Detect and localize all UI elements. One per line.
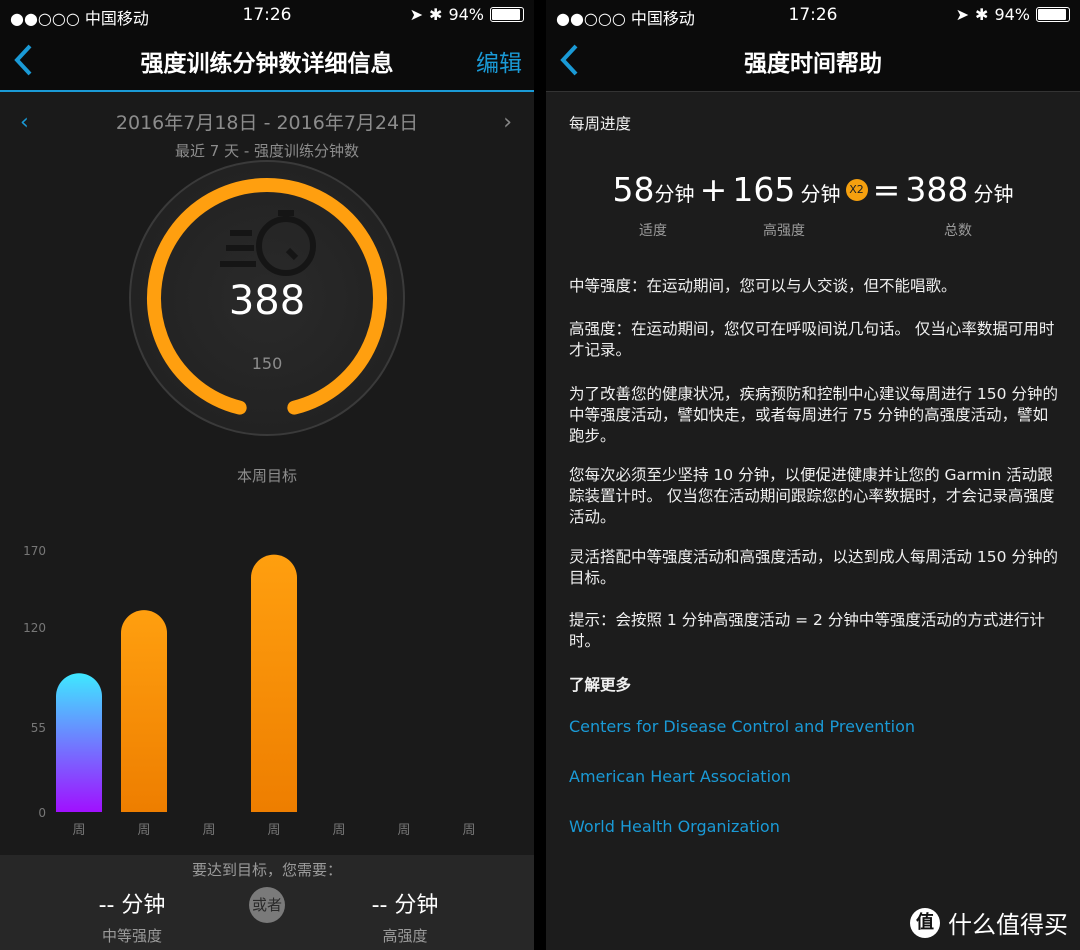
progress-ring: 388 150 (129, 160, 405, 436)
need-text: 要达到目标，您需要： (191, 861, 342, 879)
unit: 分钟 (654, 182, 695, 206)
goal-requirements: 要达到目标，您需要： -- 分钟 中等强度 或者 -- 分钟 高强度 (0, 855, 534, 950)
battery-percent: 94% (994, 5, 1030, 24)
x-tick-label: 周 (137, 823, 150, 838)
goal-value: 150 (252, 354, 283, 373)
equals: = (872, 170, 901, 209)
y-tick-label: 120 (23, 621, 46, 635)
or-badge: 或者 (249, 887, 285, 923)
y-tick-label: 0 (38, 806, 46, 820)
paragraph: 提示：会按照 1 分钟高强度活动 = 2 分钟中等强度活动的方式进行计时。 (569, 611, 1045, 650)
intensity-minutes-detail-screen: ●●○○○ 中国移动 17:26 ➤ ✱ 94% 强度训练分钟数详细信息 编辑 ‹ … (0, 0, 534, 950)
bar[interactable] (121, 610, 167, 812)
link-aha[interactable]: American Heart Association (569, 766, 1060, 787)
watermark-logo-icon: 值 (910, 907, 940, 938)
y-tick-label: 170 (23, 544, 46, 558)
plus: + (699, 170, 728, 209)
moderate-value: -- 分钟 (98, 893, 166, 918)
vigorous-label: 高强度 (763, 223, 805, 239)
goal-label: 本周目标 (236, 467, 297, 485)
bar[interactable] (56, 673, 102, 812)
x-tick-label: 周 (72, 823, 85, 838)
y-tick-label: 55 (31, 721, 46, 735)
nav-bar: 强度时间帮助 (546, 30, 1080, 92)
status-bar: ●●○○○ 中国移动 17:26 ➤ ✱ 94% (546, 0, 1080, 30)
moderate-label: 中等强度 (101, 927, 162, 945)
x-tick-label: 周 (267, 823, 280, 838)
total-minutes: 388 (229, 278, 305, 324)
vigorous-label: 高强度 (382, 927, 428, 945)
bar[interactable] (251, 554, 297, 812)
total-minutes: 388 (905, 170, 969, 209)
link-who[interactable]: World Health Organization (569, 816, 1060, 837)
paragraph: 高强度：在运动期间，您仅可在呼吸间说几句话。 仅当心率数据可用时才记录。 (569, 320, 1055, 359)
vigorous-minutes: 165 (732, 170, 796, 209)
paragraph: 为了改善您的健康状况，疾病预防和控制中心建议每周进行 150 分钟的中等强度活动… (569, 385, 1058, 445)
x-tick-label: 周 (332, 823, 345, 838)
bluetooth-icon: ✱ (975, 5, 989, 24)
watermark: 值什么值得买 (910, 905, 1068, 940)
paragraph: 中等强度：在运动期间，您可以与人交谈，但不能唱歌。 (569, 277, 957, 295)
battery-icon (1036, 7, 1070, 22)
section-title: 每周进度 (569, 115, 632, 133)
x-tick-label: 周 (462, 823, 475, 838)
intensity-help-screen: ●●○○○ 中国移动 17:26 ➤ ✱ 94% 强度时间帮助 每周进度 58分钟 … (546, 0, 1080, 950)
moderate-label: 适度 (639, 223, 667, 239)
formula: 58分钟 + 165 分钟 X2 = 388 分钟 (546, 170, 1080, 209)
paragraph: 灵活搭配中等强度活动和高强度活动，以达到成人每周活动 150 分钟的目标。 (569, 548, 1058, 587)
total-label: 总数 (944, 223, 972, 239)
x-tick-label: 周 (397, 823, 410, 838)
moderate-minutes: 58 (612, 170, 655, 209)
learn-more-heading: 了解更多 (569, 676, 632, 694)
x-tick-label: 周 (202, 823, 215, 838)
weekly-bar-chart: 0 55 120 170 周 周 周 周 周 周 周 (23, 544, 475, 838)
unit: 分钟 (800, 182, 841, 206)
link-cdc[interactable]: Centers for Disease Control and Preventi… (569, 716, 1060, 737)
vigorous-value: -- 分钟 (371, 893, 439, 918)
location-icon: ➤ (955, 5, 970, 24)
page-title: 强度时间帮助 (744, 51, 882, 77)
paragraph: 您每次必须至少坚持 10 分钟，以便促进健康并让您的 Garmin 活动跟踪装置… (569, 466, 1055, 526)
watermark-text: 什么值得买 (948, 911, 1068, 939)
unit: 分钟 (973, 182, 1014, 206)
x2-badge: X2 (845, 179, 868, 201)
